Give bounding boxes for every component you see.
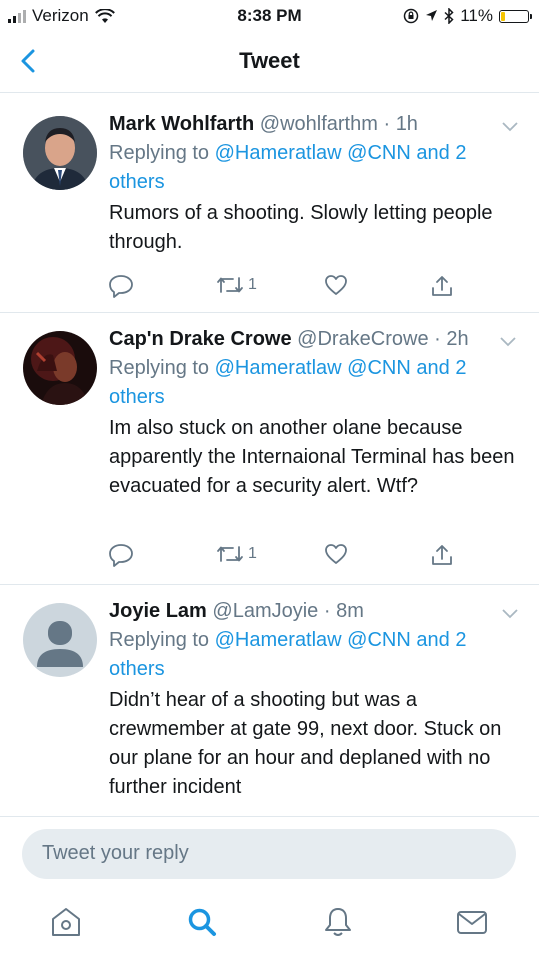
tweet-text: Didn’t hear of a shooting but was a crew… (109, 689, 502, 798)
tweet-time: 8m (336, 600, 364, 622)
orientation-lock-icon (403, 8, 419, 24)
tweet-time: 1h (395, 113, 418, 135)
share-action[interactable] (430, 543, 454, 567)
tweet-header: Mark Wohlfarth @wohlfarthm · 1h (109, 110, 521, 139)
avatar[interactable] (23, 331, 97, 405)
replying-prefix: Replying to (109, 629, 210, 651)
share-icon (432, 276, 452, 296)
tweet-reply[interactable]: Joyie Lam @LamJoyie · 8m Replying to @Ha… (0, 585, 539, 817)
chevron-down-icon[interactable] (501, 607, 519, 619)
retweet-count: 1 (248, 545, 257, 562)
status-right: 11% (403, 6, 532, 26)
avatar[interactable] (23, 603, 97, 677)
bluetooth-icon (444, 8, 454, 24)
author-name[interactable]: Cap'n Drake Crowe (109, 328, 292, 350)
reply-mentions[interactable]: @Hameratlaw @CNN (215, 629, 411, 651)
tweet-reply[interactable]: Cap'n Drake Crowe @DrakeCrowe · 2h Reply… (0, 313, 539, 585)
bell-icon[interactable] (321, 905, 355, 939)
chevron-down-icon[interactable] (499, 335, 517, 347)
replying-prefix: Replying to (109, 142, 210, 164)
like-action[interactable] (324, 274, 348, 296)
author-handle[interactable]: @LamJoyie (212, 600, 318, 622)
replying-to: Replying to @Hameratlaw @CNN and 2 other… (109, 626, 521, 684)
tweet-header: Cap'n Drake Crowe @DrakeCrowe · 2h (109, 325, 521, 354)
reply-icon (109, 275, 133, 298)
search-icon[interactable] (185, 905, 219, 939)
author-name[interactable]: Joyie Lam (109, 600, 207, 622)
tweet-header: Joyie Lam @LamJoyie · 8m (109, 597, 521, 626)
reply-mentions[interactable]: @Hameratlaw @CNN (215, 357, 411, 379)
battery-percent: 11% (460, 6, 493, 25)
tweet-text: Rumors of a shooting. Slowly letting peo… (109, 202, 493, 253)
reply-action[interactable] (108, 543, 134, 567)
battery-icon (499, 9, 532, 23)
share-icon (432, 545, 452, 565)
replying-to: Replying to @Hameratlaw @CNN and 2 other… (109, 354, 521, 412)
nav-bar: Tweet (0, 32, 539, 93)
home-icon[interactable] (49, 905, 83, 939)
retweet-icon (217, 546, 243, 562)
tweet-text: Im also stuck on another olane because a… (109, 417, 515, 497)
retweet-count: 1 (248, 276, 257, 293)
reply-input[interactable]: Tweet your reply (22, 829, 516, 879)
chevron-down-icon[interactable] (501, 120, 519, 132)
share-action[interactable] (430, 274, 454, 298)
retweet-icon (217, 277, 243, 293)
like-action[interactable] (324, 543, 348, 565)
replying-prefix: Replying to (109, 357, 210, 379)
separator-dot: · (383, 113, 391, 135)
heart-icon (325, 275, 347, 295)
tweet-reply[interactable]: Mark Wohlfarth @wohlfarthm · 1h Replying… (0, 93, 539, 313)
mail-icon[interactable] (455, 905, 489, 939)
retweet-action[interactable]: 1 (216, 274, 257, 296)
retweet-action[interactable]: 1 (216, 543, 257, 565)
location-icon (426, 10, 438, 21)
tweet-time: 2h (446, 328, 469, 350)
status-bar: Verizon 8:38 PM 11% (0, 0, 539, 32)
author-handle[interactable]: @wohlfarthm (260, 113, 378, 135)
tab-bar (0, 905, 539, 945)
author-name[interactable]: Mark Wohlfarth (109, 113, 254, 135)
reply-mentions[interactable]: @Hameratlaw @CNN (215, 142, 411, 164)
reply-action[interactable] (108, 274, 134, 298)
compose-area: Tweet your reply (0, 817, 539, 960)
replying-to: Replying to @Hameratlaw @CNN and 2 other… (109, 139, 521, 197)
avatar[interactable] (23, 116, 97, 190)
separator-dot: · (434, 328, 441, 350)
reply-icon (109, 544, 133, 567)
separator-dot: · (323, 600, 331, 622)
author-handle[interactable]: @DrakeCrowe (297, 328, 428, 350)
heart-icon (325, 544, 347, 564)
page-title: Tweet (239, 48, 300, 73)
